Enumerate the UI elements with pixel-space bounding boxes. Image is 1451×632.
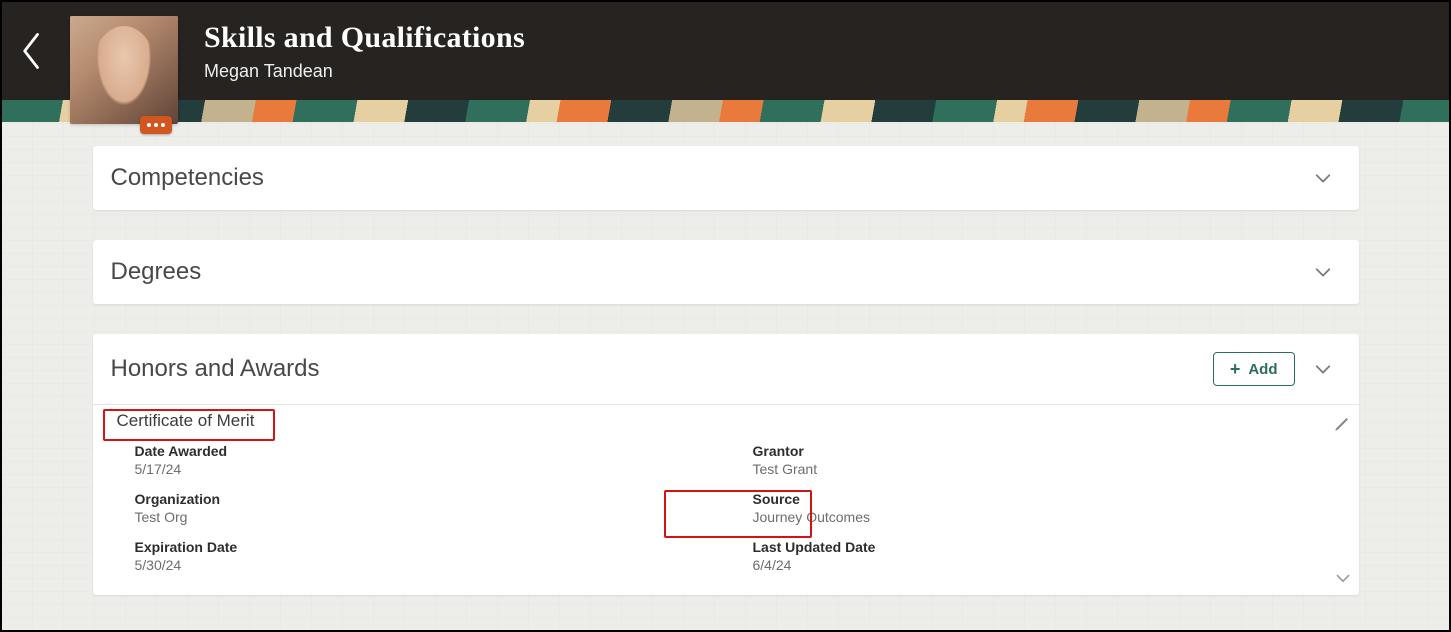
field-label: Organization [135, 491, 713, 507]
section-header-honors[interactable]: Honors and Awards + Add [93, 334, 1359, 404]
field-expiration: Expiration Date 5/30/24 [135, 539, 713, 573]
app-frame: Skills and Qualifications Megan Tandean … [0, 0, 1451, 632]
honors-body: Certificate of Merit Date Awarded 5/17/2… [93, 404, 1359, 595]
section-competencies: Competencies [93, 146, 1359, 210]
field-source: Source Journey Outcomes [753, 491, 1331, 525]
expand-item-button[interactable] [1335, 570, 1351, 591]
edit-button[interactable] [1333, 415, 1351, 438]
person-name: Megan Tandean [204, 61, 525, 82]
section-title: Honors and Awards [111, 355, 320, 383]
section-header-competencies[interactable]: Competencies [93, 146, 1359, 210]
section-degrees: Degrees [93, 240, 1359, 304]
chevron-left-icon [21, 31, 43, 71]
field-value: Test Org [135, 509, 713, 525]
section-title: Competencies [111, 164, 264, 192]
pencil-icon [1333, 415, 1351, 433]
field-value: 5/17/24 [135, 461, 713, 477]
decorative-banner [2, 100, 1449, 122]
avatar-container [70, 16, 178, 124]
field-last-updated: Last Updated Date 6/4/24 [753, 539, 1331, 573]
chevron-up-icon[interactable] [1313, 359, 1333, 379]
avatar-more-button[interactable] [140, 116, 172, 134]
back-button[interactable] [12, 2, 52, 100]
avatar [70, 16, 178, 124]
field-value: 6/4/24 [753, 557, 1331, 573]
section-honors: Honors and Awards + Add Certifi [93, 334, 1359, 595]
field-date-awarded: Date Awarded 5/17/24 [135, 443, 713, 477]
add-button[interactable]: + Add [1213, 352, 1295, 386]
page-title: Skills and Qualifications [204, 21, 525, 55]
title-block: Skills and Qualifications Megan Tandean [204, 21, 525, 82]
chevron-down-icon [1335, 570, 1351, 586]
field-grantor: Grantor Test Grant [753, 443, 1331, 477]
field-value: Journey Outcomes [753, 509, 1331, 525]
plus-icon: + [1230, 360, 1241, 378]
field-value: Test Grant [753, 461, 1331, 477]
field-organization: Organization Test Org [135, 491, 713, 525]
field-label: Expiration Date [135, 539, 713, 555]
content-inner: Competencies Degrees [93, 146, 1359, 595]
honors-item-fields: Date Awarded 5/17/24 Grantor Test Grant … [111, 437, 1341, 573]
field-label: Date Awarded [135, 443, 713, 459]
chevron-down-icon[interactable] [1313, 168, 1333, 188]
section-title: Degrees [111, 258, 202, 286]
field-label: Grantor [753, 443, 1331, 459]
page-header: Skills and Qualifications Megan Tandean [2, 2, 1449, 100]
add-button-label: Add [1248, 361, 1277, 378]
field-value: 5/30/24 [135, 557, 713, 573]
content-area: Competencies Degrees [2, 122, 1449, 630]
honors-item-title: Certificate of Merit [111, 405, 261, 437]
section-header-degrees[interactable]: Degrees [93, 240, 1359, 304]
field-label: Source [753, 491, 1331, 507]
field-label: Last Updated Date [753, 539, 1331, 555]
chevron-down-icon[interactable] [1313, 262, 1333, 282]
